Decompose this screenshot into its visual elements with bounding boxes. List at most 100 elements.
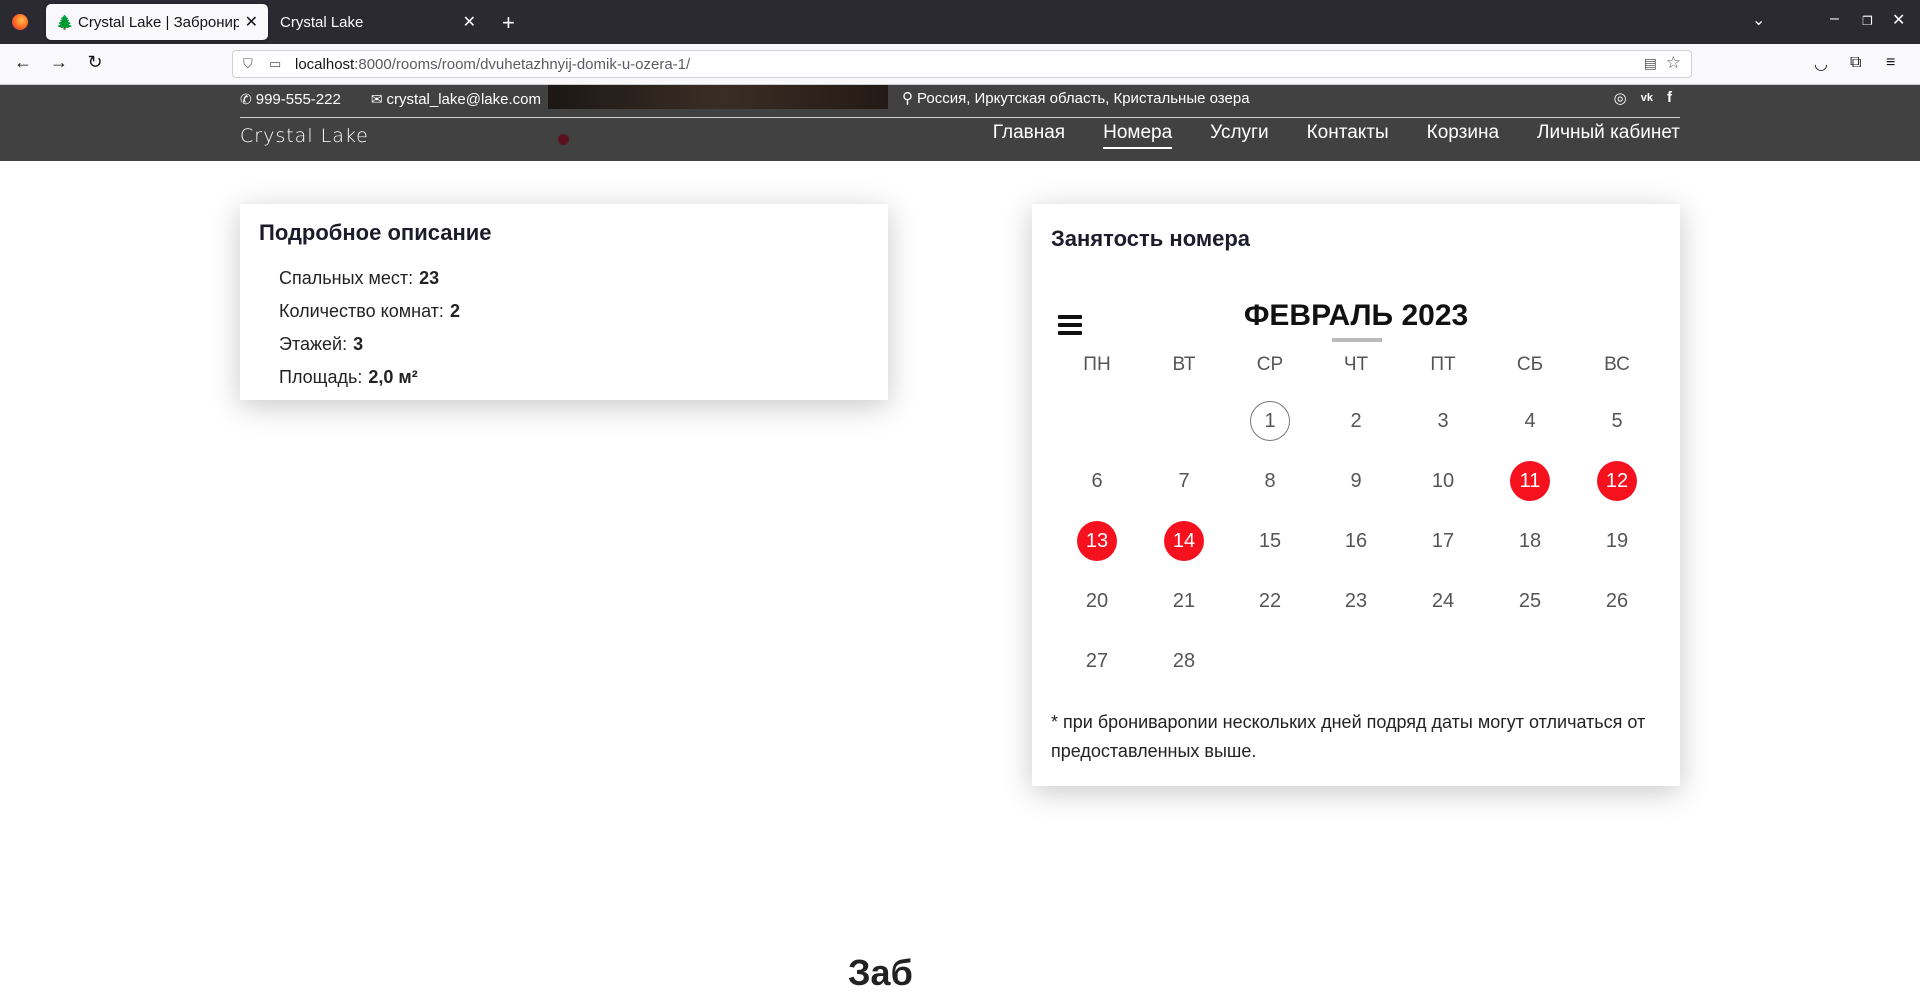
close-window-icon[interactable]: ✕: [1892, 10, 1905, 30]
browser-tab-bar: 🌲 Crystal Lake | Забронировать ✕ Crystal…: [0, 0, 1920, 44]
calendar-day-busy[interactable]: 11: [1510, 461, 1550, 501]
description-row: Этажей: 3: [279, 328, 460, 361]
vk-icon[interactable]: vk: [1641, 89, 1653, 107]
weekday-label: СР: [1256, 354, 1284, 375]
menu-item-account[interactable]: Личный кабинет: [1537, 122, 1680, 149]
facebook-icon[interactable]: f: [1667, 89, 1672, 107]
row-label: Количество комнат:: [279, 301, 444, 321]
contact-info: ✆ 999-555-222 ✉ crystal_lake@lake.com: [240, 89, 571, 109]
calendar-day[interactable]: 2: [1336, 401, 1376, 441]
list-tabs-icon[interactable]: ⌄: [1752, 10, 1765, 30]
calendar-day[interactable]: 27: [1077, 641, 1117, 681]
calendar-day[interactable]: 9: [1336, 461, 1376, 501]
browser-nav-bar: ← → ↻ ⛉ ▭ localhost:8000/rooms/room/dvuh…: [0, 44, 1920, 85]
close-tab-icon[interactable]: ✕: [463, 12, 476, 32]
availability-title: Занятость номера: [1051, 226, 1251, 251]
row-label: Спальных мест:: [279, 268, 414, 288]
main-menu: Главная Номера Услуги Контакты Корзина Л…: [993, 122, 1680, 149]
row-value: 2: [449, 301, 460, 321]
bookmark-star-icon[interactable]: ☆: [1666, 53, 1681, 73]
firefox-icon[interactable]: [12, 14, 28, 30]
menu-item-home[interactable]: Главная: [993, 122, 1065, 149]
email-text: crystal_lake@lake.com: [386, 90, 541, 108]
row-value: 2,0 м²: [368, 367, 418, 387]
calendar-day-busy[interactable]: 13: [1077, 521, 1117, 561]
month-underline: [1332, 338, 1382, 342]
app-menu-icon[interactable]: ≡: [1886, 54, 1895, 72]
envelope-icon: ✉: [370, 90, 383, 107]
pocket-icon[interactable]: ◡: [1814, 54, 1828, 74]
calendar-day[interactable]: 21: [1164, 581, 1204, 621]
menu-item-cart[interactable]: Корзина: [1427, 122, 1499, 149]
menu-item-contacts[interactable]: Контакты: [1307, 122, 1389, 149]
calendar-day[interactable]: 19: [1597, 521, 1637, 561]
weekday-label: ЧТ: [1343, 354, 1369, 375]
availability-note: * при брониварonии нескольких дней подря…: [1051, 712, 1646, 761]
restore-icon[interactable]: ❐: [1862, 14, 1873, 28]
address-text: Россия, Иркутская область, Кристальные о…: [917, 89, 1250, 107]
calendar-day-busy[interactable]: 14: [1164, 521, 1204, 561]
calendar-day[interactable]: 1: [1250, 401, 1290, 441]
description-card: Подробное описание Спальных мест: 23 Коли…: [240, 204, 888, 400]
menu-item-services[interactable]: Услуги: [1210, 122, 1268, 149]
instagram-icon[interactable]: ◎: [1614, 89, 1627, 107]
calendar-day[interactable]: 7: [1164, 461, 1204, 501]
calendar-day[interactable]: 8: [1250, 461, 1290, 501]
calendar-day[interactable]: 26: [1597, 581, 1637, 621]
calendar-day[interactable]: 25: [1510, 581, 1550, 621]
calendar-day[interactable]: 16: [1336, 521, 1376, 561]
close-tab-icon[interactable]: ✕: [245, 12, 258, 32]
page-info-icon[interactable]: ▭: [269, 56, 283, 72]
row-label: Площадь:: [279, 367, 363, 387]
calendar-day[interactable]: 23: [1336, 581, 1376, 621]
url-bar[interactable]: ⛉ ▭ localhost:8000/rooms/room/dvuhetazhn…: [232, 50, 1692, 78]
social-links: ◎ vk f: [1614, 89, 1672, 107]
reload-icon[interactable]: ↻: [84, 52, 106, 73]
calendar-day[interactable]: 15: [1250, 521, 1290, 561]
description-row: Площадь: 2,0 м²: [279, 361, 460, 394]
description-title: Подробное описание: [259, 220, 492, 245]
back-icon[interactable]: ←: [12, 52, 34, 73]
calendar-month: ФЕВРАЛЬ 2023: [1243, 299, 1469, 332]
weekday-label: СБ: [1516, 354, 1544, 375]
calendar-day[interactable]: 28: [1164, 641, 1204, 681]
description-row: Спальных мест: 23: [279, 262, 460, 295]
calendar-day[interactable]: 20: [1077, 581, 1117, 621]
map-marker-icon: ⚲: [902, 90, 913, 107]
calendar-day-busy[interactable]: 12: [1597, 461, 1637, 501]
weekday-label: ПТ: [1430, 354, 1456, 375]
tree-favicon-icon: 🌲: [56, 14, 74, 30]
row-value: 23: [419, 268, 440, 288]
section-heading-partial: Заб: [848, 952, 913, 993]
minimize-icon[interactable]: –: [1830, 10, 1839, 28]
calendar-day[interactable]: 17: [1423, 521, 1463, 561]
phone-contact[interactable]: ✆ 999-555-222: [240, 91, 341, 108]
site-header: ✆ 999-555-222 ✉ crystal_lake@lake.com ⚲ …: [0, 85, 1920, 161]
phone-icon: ✆: [240, 90, 252, 107]
new-tab-button[interactable]: +: [502, 10, 515, 36]
calendar-day[interactable]: 5: [1597, 401, 1637, 441]
url-path: :8000/rooms/room/dvuhetazhnyij-domik-u-o…: [354, 55, 691, 73]
shield-icon[interactable]: ⛉: [243, 56, 257, 72]
email-contact[interactable]: ✉ crystal_lake@lake.com: [371, 91, 541, 108]
calendar-day[interactable]: 24: [1423, 581, 1463, 621]
menu-item-rooms[interactable]: Номера: [1103, 122, 1173, 149]
description-list: Спальных мест: 23 Количество комнат: 2 Эта…: [279, 262, 460, 394]
site-brand[interactable]: Crystal Lake: [240, 125, 369, 147]
tab-active[interactable]: 🌲 Crystal Lake | Забронировать ✕: [46, 4, 268, 40]
tab-title: Crystal Lake: [280, 13, 364, 31]
reader-view-icon[interactable]: ▤: [1644, 55, 1657, 72]
calendar-day[interactable]: 6: [1077, 461, 1117, 501]
calendar-day[interactable]: 18: [1510, 521, 1550, 561]
tab-inactive[interactable]: Crystal Lake ✕: [270, 4, 486, 40]
weekday-label: ПН: [1083, 354, 1111, 375]
forward-icon[interactable]: →: [48, 52, 70, 73]
calendar-day[interactable]: 22: [1250, 581, 1290, 621]
calendar-day[interactable]: 3: [1423, 401, 1463, 441]
extensions-icon[interactable]: ⧉: [1850, 54, 1861, 72]
calendar-day[interactable]: 10: [1423, 461, 1463, 501]
calendar-day[interactable]: 4: [1510, 401, 1550, 441]
weekday-label: ВС: [1604, 354, 1630, 375]
weekday-label: ВТ: [1172, 354, 1196, 375]
cursor-dot: [558, 134, 569, 145]
